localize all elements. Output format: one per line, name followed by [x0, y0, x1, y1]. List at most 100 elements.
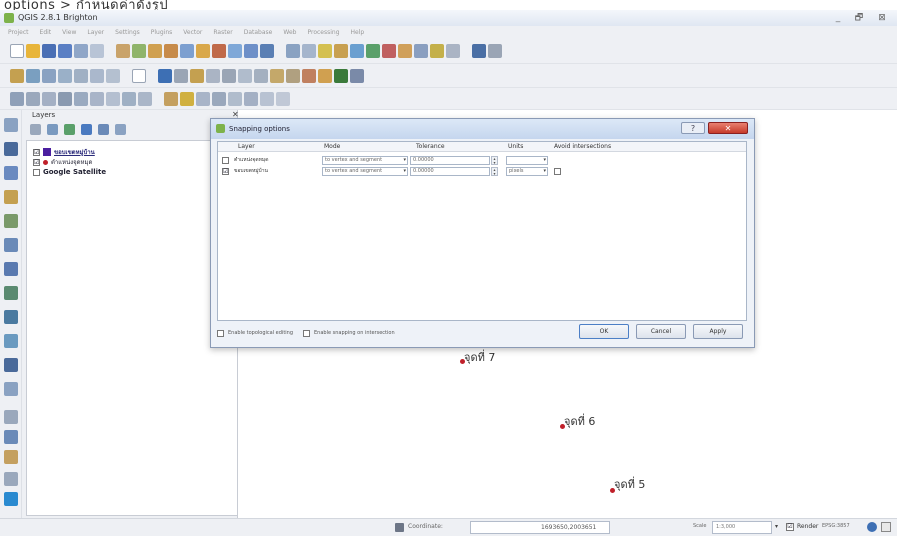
gps-tools-icon[interactable] — [350, 68, 364, 83]
help-contents-icon[interactable] — [472, 43, 486, 58]
zoom-selection-icon[interactable] — [212, 43, 226, 58]
new-shapefile-icon[interactable] — [4, 358, 18, 372]
column-header-layer[interactable]: Layer — [238, 143, 255, 150]
column-header-mode[interactable]: Mode — [324, 143, 340, 150]
column-header-avoid-intersections[interactable]: Avoid intersections — [554, 143, 611, 150]
layer-snapping-checkbox[interactable] — [222, 157, 229, 164]
menu-database[interactable]: Database — [244, 29, 273, 36]
deselect-icon[interactable] — [334, 43, 348, 58]
reshape-features-icon[interactable] — [164, 91, 178, 106]
crs-globe-icon[interactable] — [867, 522, 877, 532]
add-raster-layer-icon[interactable] — [26, 68, 40, 83]
layer-item-point-positions[interactable]: ☑ ตำแหน่งจุดหมุด — [33, 157, 92, 167]
menu-plugins[interactable]: Plugins — [151, 29, 173, 36]
globe-icon[interactable] — [4, 492, 18, 506]
fill-ring-icon[interactable] — [106, 91, 120, 106]
digitize-icon[interactable] — [158, 68, 172, 83]
composer-manager-icon[interactable] — [90, 43, 104, 58]
copy-features-icon[interactable] — [286, 68, 300, 83]
add-csv-layer-icon[interactable] — [132, 68, 146, 83]
field-calculator-icon[interactable] — [366, 43, 380, 58]
dialog-title-bar[interactable]: Snapping options ? ✕ — [211, 119, 754, 139]
coordinate-toggle-icon[interactable] — [395, 523, 404, 532]
zoom-in-icon[interactable] — [148, 43, 162, 58]
coordinate-field[interactable]: 1693650,2003651 — [470, 521, 610, 534]
column-header-units[interactable]: Units — [508, 143, 523, 150]
identify-side-icon[interactable] — [4, 450, 18, 464]
layer-visibility-checkbox[interactable]: ☑ — [33, 158, 40, 166]
layer-item-village-boundary[interactable]: ☑ ขอบเขตหมู่บ้าน — [33, 147, 95, 157]
expand-all-icon[interactable] — [81, 124, 92, 135]
new-project-icon[interactable] — [10, 43, 24, 58]
pan-arrows-icon[interactable] — [4, 410, 18, 424]
save-as-icon[interactable] — [58, 43, 72, 58]
mode-select[interactable]: to vertex and segment ▾ — [322, 167, 408, 176]
layer-item-google-satellite[interactable]: Google Satellite — [33, 167, 106, 177]
menu-edit[interactable]: Edit — [40, 29, 52, 36]
delete-ring-icon[interactable] — [122, 91, 136, 106]
new-print-composer-icon[interactable] — [74, 43, 88, 58]
add-delimited-text-side-icon[interactable] — [4, 334, 18, 348]
add-mssql-side-icon[interactable] — [4, 214, 18, 228]
add-gps-icon[interactable] — [4, 430, 18, 444]
rotate-feature-icon[interactable] — [42, 91, 56, 106]
fill-ring-tool-icon[interactable] — [276, 91, 290, 106]
undo-icon[interactable] — [10, 91, 24, 106]
menu-raster[interactable]: Raster — [213, 29, 232, 36]
cancel-button[interactable]: Cancel — [636, 324, 686, 339]
maximize-button[interactable]: 🗗 — [849, 11, 869, 25]
label-icon[interactable] — [318, 68, 332, 83]
measure-line-icon[interactable] — [382, 43, 396, 58]
add-part-icon[interactable] — [90, 91, 104, 106]
redo-icon[interactable] — [26, 91, 40, 106]
layer-visibility-checkbox[interactable]: ☑ — [33, 148, 40, 156]
add-raster-layer-side-icon[interactable] — [4, 142, 18, 156]
scale-field[interactable]: 1:3,000 — [712, 521, 772, 534]
add-wcs-layer-icon[interactable] — [106, 68, 120, 83]
topological-editing-checkbox[interactable] — [217, 329, 224, 337]
column-header-tolerance[interactable]: Tolerance — [416, 143, 445, 150]
menu-vector[interactable]: Vector — [183, 29, 202, 36]
identify-icon[interactable] — [286, 43, 300, 58]
add-feature-icon[interactable] — [206, 68, 220, 83]
remove-layer-icon[interactable] — [115, 124, 126, 135]
collapse-all-icon[interactable] — [98, 124, 109, 135]
paste-features-icon[interactable] — [302, 68, 316, 83]
zoom-last-icon[interactable] — [228, 43, 242, 58]
add-vector-layer-side-icon[interactable] — [4, 118, 18, 132]
layer-snapping-checkbox[interactable]: ☑ — [222, 168, 229, 175]
add-wms-layer-icon[interactable] — [90, 68, 104, 83]
python-console-icon[interactable] — [334, 68, 348, 83]
delete-selected-icon[interactable] — [254, 68, 268, 83]
add-group-icon[interactable] — [47, 124, 58, 135]
pan-map-icon[interactable] — [116, 43, 130, 58]
split-features-icon[interactable] — [196, 91, 210, 106]
messages-icon[interactable] — [881, 522, 891, 532]
menu-web[interactable]: Web — [283, 29, 296, 36]
add-postgis-side-icon[interactable] — [4, 166, 18, 180]
dialog-close-button[interactable]: ✕ — [708, 122, 748, 134]
pan-to-selection-icon[interactable] — [132, 43, 146, 58]
add-oracle-side-icon[interactable] — [4, 238, 18, 252]
dialog-help-button[interactable]: ? — [681, 122, 705, 134]
cut-features-icon[interactable] — [270, 68, 284, 83]
merge-selected-icon[interactable] — [228, 91, 242, 106]
attribute-table-icon[interactable] — [350, 43, 364, 58]
close-window-button[interactable]: ⊠ — [872, 11, 892, 25]
menu-help[interactable]: Help — [351, 29, 365, 36]
merge-attributes-icon[interactable] — [244, 91, 258, 106]
menu-project[interactable]: Project — [8, 29, 29, 36]
zoom-layer-icon[interactable] — [196, 43, 210, 58]
add-wfs-side-icon[interactable] — [4, 310, 18, 324]
ok-button[interactable]: OK — [579, 324, 629, 339]
chevron-down-icon[interactable]: ▾ — [775, 523, 778, 530]
snap-intersection-checkbox[interactable] — [303, 329, 311, 337]
offset-curve-icon[interactable] — [180, 91, 194, 106]
add-wcs-side-icon[interactable] — [4, 286, 18, 300]
layer-visibility-checkbox[interactable] — [33, 168, 40, 176]
show-bookmarks-icon[interactable] — [430, 43, 444, 58]
avoid-intersections-checkbox[interactable] — [554, 168, 561, 175]
tolerance-input[interactable]: 0.00000 — [410, 156, 490, 165]
run-action-icon[interactable] — [302, 43, 316, 58]
save-project-icon[interactable] — [42, 43, 56, 58]
